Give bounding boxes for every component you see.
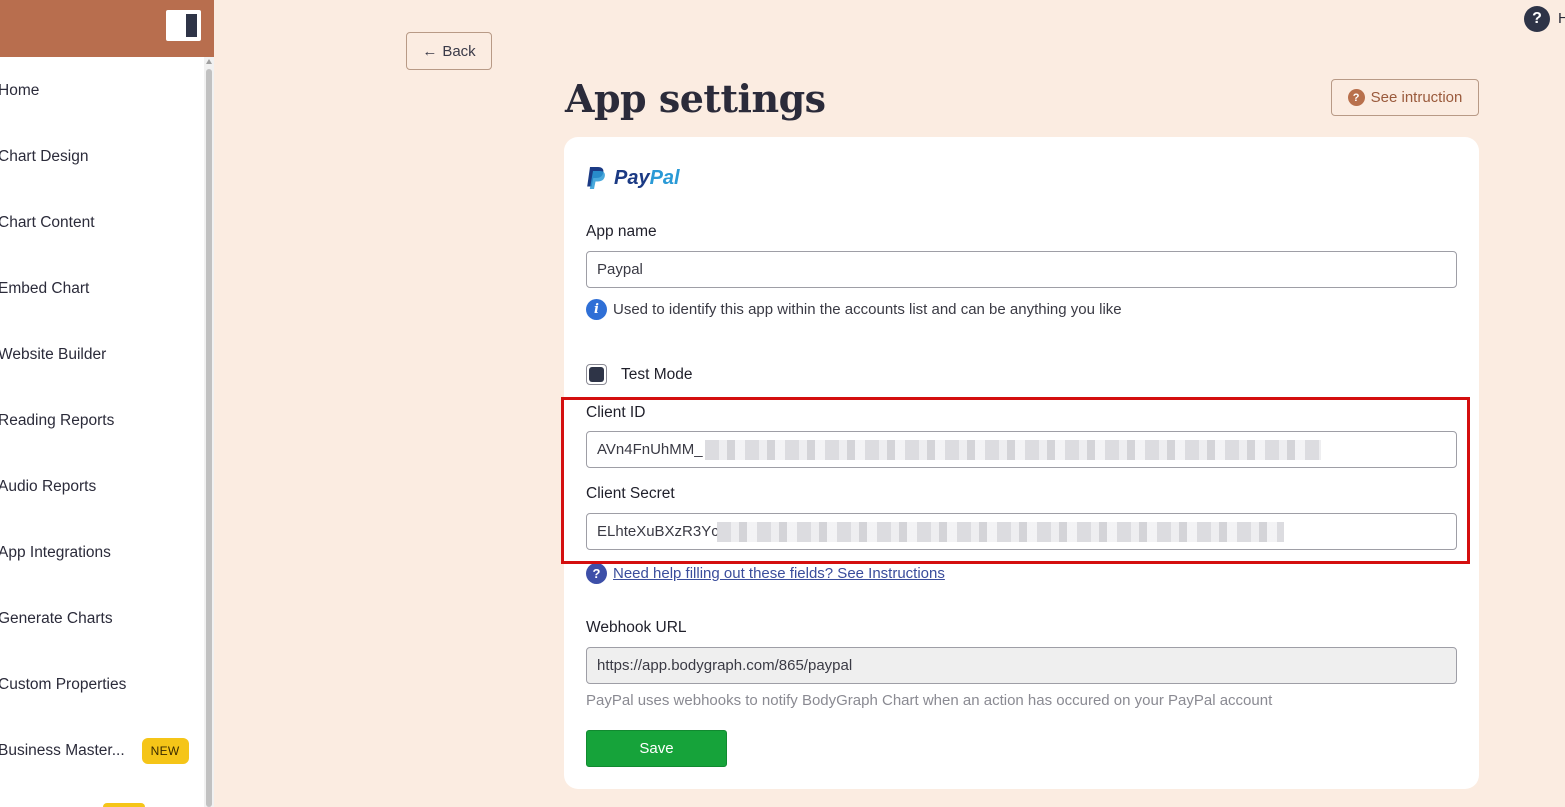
save-button[interactable]: Save	[586, 730, 727, 767]
checkbox-checked-icon	[589, 367, 604, 382]
sidebar-item-label: Website Builder	[0, 346, 107, 363]
sidebar-item-label: App Integrations	[0, 544, 111, 561]
sidebar-item-label: Audio Reports	[0, 478, 97, 495]
sidebar-item-generate-charts[interactable]: Generate Charts	[0, 599, 200, 639]
sidebar-item-label: Chart Design	[0, 148, 89, 165]
help-label[interactable]: H	[1558, 10, 1565, 27]
sidebar-item-label: Business Master...	[0, 742, 125, 759]
paypal-wordmark: PayPal	[614, 166, 680, 189]
badge-partial	[103, 803, 145, 807]
see-instructions-link[interactable]: Need help filling out these fields? See …	[613, 565, 945, 582]
sidebar-item-label: Embed Chart	[0, 280, 90, 297]
info-icon: i	[586, 299, 607, 320]
sidebar-nav: Home Chart Design Chart Content Embed Ch…	[0, 57, 204, 807]
arrow-left-icon: ←	[422, 42, 438, 60]
sidebar-item-home[interactable]: Home	[0, 71, 200, 111]
sidebar-header	[0, 0, 214, 57]
sidebar-item-business-master[interactable]: Business Master... NEW	[0, 731, 200, 771]
sidebar-item-reading-reports[interactable]: Reading Reports	[0, 401, 200, 441]
sidebar-item-label: Custom Properties	[0, 676, 127, 693]
sidebar-item-label: Reading Reports	[0, 412, 115, 429]
webhook-url-input[interactable]: https://app.bodygraph.com/865/paypal	[586, 647, 1457, 684]
sidebar-item-label: Chart Content	[0, 214, 95, 231]
sidebar-item-embed-chart[interactable]: Embed Chart	[0, 269, 200, 309]
test-mode-checkbox[interactable]	[586, 364, 607, 385]
help-icon[interactable]: ?	[1524, 6, 1550, 32]
sidebar-item-website-builder[interactable]: Website Builder	[0, 335, 200, 375]
webhook-url-label: Webhook URL	[586, 619, 687, 636]
sidebar-item-custom-properties[interactable]: Custom Properties	[0, 665, 200, 705]
sidebar-toggle-icon[interactable]	[166, 10, 201, 41]
sidebar-item-chart-design[interactable]: Chart Design	[0, 137, 200, 177]
sidebar-item-label: Generate Charts	[0, 610, 113, 627]
help-circle-icon: ?	[586, 563, 607, 584]
new-badge: NEW	[141, 738, 189, 764]
sidebar: Home Chart Design Chart Content Embed Ch…	[0, 0, 214, 807]
back-button[interactable]: ← Back	[406, 32, 492, 70]
app-name-label: App name	[586, 223, 657, 240]
app-name-help: i Used to identify this app within the a…	[586, 299, 1122, 320]
scroll-up-icon[interactable]	[206, 59, 212, 64]
see-instruction-button[interactable]: ? See intruction	[1331, 79, 1479, 116]
back-button-label: Back	[442, 42, 476, 60]
paypal-logo: PayPal	[586, 166, 680, 190]
see-instruction-label: See intruction	[1370, 89, 1463, 106]
highlight-annotation	[561, 397, 1470, 564]
sidebar-scrollbar[interactable]	[204, 57, 214, 807]
scrollbar-thumb[interactable]	[206, 69, 212, 807]
test-mode-label: Test Mode	[621, 365, 693, 383]
app-name-help-text: Used to identify this app within the acc…	[613, 301, 1122, 318]
webhook-note: PayPal uses webhooks to notify BodyGraph…	[586, 692, 1273, 709]
sidebar-item-app-integrations[interactable]: App Integrations	[0, 533, 200, 573]
sidebar-item-label: Home	[0, 82, 40, 99]
question-icon: ?	[1347, 89, 1365, 106]
sidebar-item-chart-content[interactable]: Chart Content	[0, 203, 200, 243]
paypal-icon	[587, 167, 605, 189]
sidebar-item-audio-reports[interactable]: Audio Reports	[0, 467, 200, 507]
page-title: App settings	[565, 76, 826, 121]
test-mode-toggle[interactable]: Test Mode	[586, 364, 693, 385]
app-name-input[interactable]: Paypal	[586, 251, 1457, 288]
fields-help: ? Need help filling out these fields? Se…	[586, 563, 945, 584]
